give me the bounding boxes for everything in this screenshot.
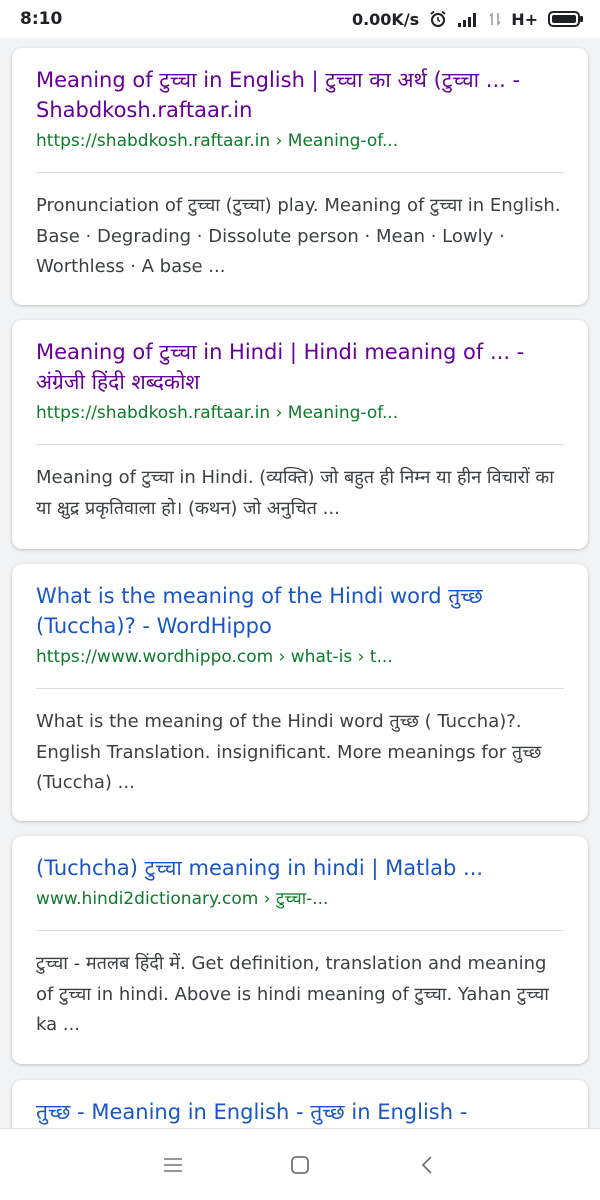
result-url[interactable]: https://www.wordhippo.com › what-is › t.… <box>36 645 564 669</box>
result-url[interactable]: www.hindi2dictionary.com › टुच्चा-... <box>36 887 564 911</box>
status-indicators: 0.00K/s H+ <box>352 10 584 29</box>
result-snippet: Meaning of टुच्चा in Hindi. (व्यक्ति) जो… <box>36 467 554 519</box>
alarm-clock-icon <box>429 10 447 28</box>
result-snippet: Pronunciation of टुच्चा (टुच्चा) play. M… <box>36 195 561 277</box>
home-square-icon[interactable] <box>280 1145 320 1185</box>
data-arrows-icon <box>489 11 501 27</box>
result-title-link[interactable]: Meaning of टुच्चा in English | टुच्चा का… <box>36 48 564 125</box>
result-title-link[interactable]: What is the meaning of the Hindi word तु… <box>36 564 564 641</box>
back-chevron-icon[interactable] <box>407 1145 447 1185</box>
result-snippet: टुच्चा - मतलब हिंदी में. Get definition,… <box>36 953 549 1035</box>
status-time: 8:10 <box>20 9 63 29</box>
navigation-bar <box>0 1128 600 1200</box>
result-snippet: What is the meaning of the Hindi word तु… <box>36 711 542 793</box>
signal-strength-icon <box>457 11 479 27</box>
result-title-link[interactable]: Meaning of टुच्चा in Hindi | Hindi meani… <box>36 320 564 397</box>
menu-icon[interactable] <box>153 1145 193 1185</box>
network-speed: 0.00K/s <box>351 9 420 29</box>
result-card: (Tuchcha) टुच्चा meaning in hindi | Matl… <box>12 836 588 1064</box>
result-url[interactable]: https://shabdkosh.raftaar.in › Meaning-o… <box>36 401 564 425</box>
status-bar: 8:10 0.00K/s H+ <box>0 0 600 38</box>
result-title-link[interactable]: (Tuchcha) टुच्चा meaning in hindi | Matl… <box>36 836 564 883</box>
result-card: What is the meaning of the Hindi word तु… <box>12 564 588 821</box>
network-type: H+ <box>511 9 538 29</box>
result-card: Meaning of टुच्चा in Hindi | Hindi meani… <box>12 320 588 549</box>
result-url[interactable]: https://shabdkosh.raftaar.in › Meaning-o… <box>36 129 564 153</box>
result-title-link[interactable]: तुच्छ - Meaning in English - तुच्छ in En… <box>36 1080 564 1127</box>
battery-icon <box>548 10 584 28</box>
result-card: Meaning of टुच्चा in English | टुच्चा का… <box>12 48 588 305</box>
